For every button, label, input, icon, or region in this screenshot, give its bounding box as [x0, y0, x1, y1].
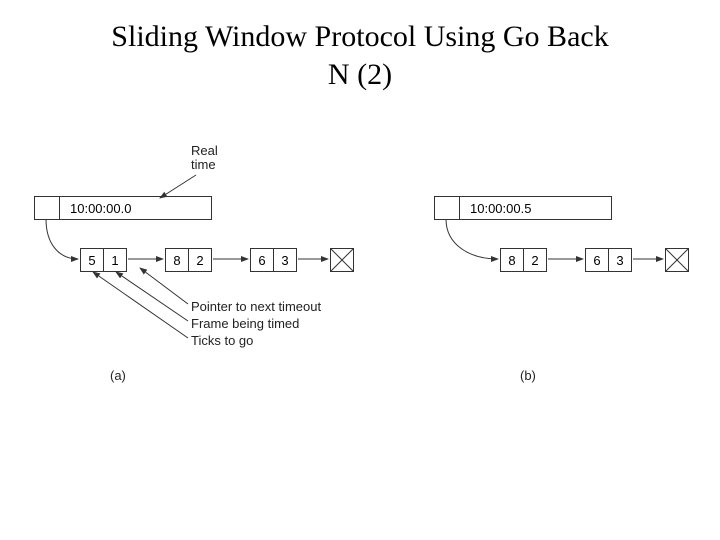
x-icon — [666, 249, 688, 271]
annotation-frame: Frame being timed — [191, 316, 299, 331]
timer-node-b-1: 8 2 — [500, 248, 547, 272]
title-line-1: Sliding Window Protocol Using Go Back — [111, 20, 608, 53]
caption-b: (b) — [520, 368, 536, 383]
clock-time-a: 10:00:00.0 — [60, 201, 211, 216]
frame-cell: 3 — [274, 249, 296, 271]
title-line-2: N (2) — [328, 58, 392, 91]
terminator-a — [330, 248, 354, 272]
real-time-label: Real time — [191, 144, 218, 173]
timer-node-a-2: 8 2 — [165, 248, 212, 272]
frame-cell: 2 — [189, 249, 211, 271]
annotation-pointer: Pointer to next timeout — [191, 299, 321, 314]
ticks-cell: 8 — [501, 249, 524, 271]
frame-cell: 1 — [104, 249, 126, 271]
annotation-ticks: Ticks to go — [191, 333, 253, 348]
x-icon — [331, 249, 353, 271]
timer-node-a-1: 5 1 — [80, 248, 127, 272]
clock-stub-b — [435, 197, 460, 219]
clock-box-b: 10:00:00.5 — [434, 196, 612, 220]
clock-box-a: 10:00:00.0 — [34, 196, 212, 220]
ticks-cell: 6 — [586, 249, 609, 271]
ticks-cell: 5 — [81, 249, 104, 271]
frame-cell: 2 — [524, 249, 546, 271]
ticks-cell: 8 — [166, 249, 189, 271]
real-time-word1: Real — [191, 143, 218, 158]
timer-node-b-2: 6 3 — [585, 248, 632, 272]
clock-stub-a — [35, 197, 60, 219]
ticks-cell: 6 — [251, 249, 274, 271]
frame-cell: 3 — [609, 249, 631, 271]
real-time-word2: time — [191, 157, 216, 172]
clock-time-b: 10:00:00.5 — [460, 201, 611, 216]
page-title: Sliding Window Protocol Using Go Back N … — [0, 18, 720, 93]
timer-node-a-3: 6 3 — [250, 248, 297, 272]
terminator-b — [665, 248, 689, 272]
caption-a: (a) — [110, 368, 126, 383]
